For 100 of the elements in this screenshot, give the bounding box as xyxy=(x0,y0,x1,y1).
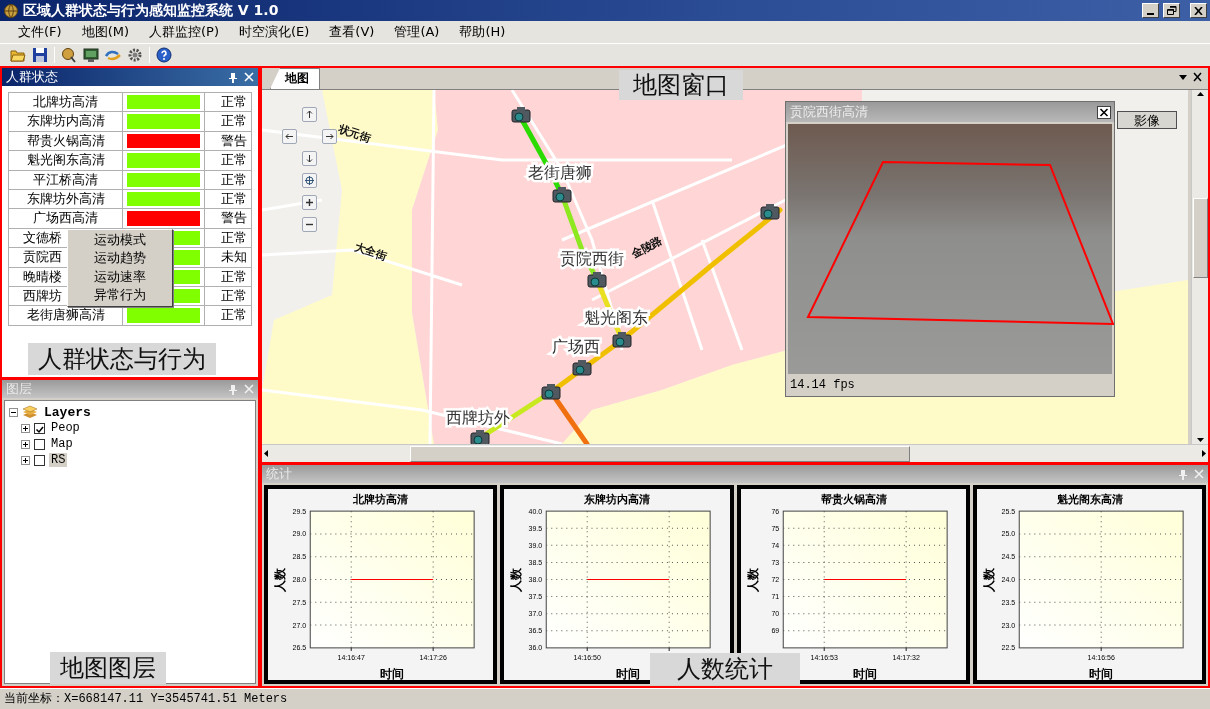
annotation-label: 人群状态与行为 xyxy=(28,343,216,375)
panel-title: 统计 xyxy=(266,465,293,483)
scrollbar-thumb[interactable] xyxy=(410,445,910,462)
camera-label: 西牌坊外 xyxy=(446,408,510,427)
menu-item[interactable]: 人群监控(P) xyxy=(139,23,229,41)
scroll-right-icon[interactable] xyxy=(1200,449,1208,458)
street-label: 状元街 xyxy=(337,122,373,146)
menu-item[interactable]: 时空演化(E) xyxy=(229,23,320,41)
pan-up-icon xyxy=(304,109,314,119)
collapse-icon[interactable] xyxy=(9,407,18,417)
horizontal-scrollbar[interactable] xyxy=(262,444,1208,462)
expand-icon[interactable] xyxy=(21,439,30,449)
table-cell: 正常 xyxy=(205,286,252,307)
zoom-in-icon xyxy=(304,197,314,207)
pin-icon[interactable] xyxy=(228,71,238,83)
video-title: 贡院西街高清 xyxy=(790,103,869,121)
camera-label: 广场西 xyxy=(552,337,600,356)
camera-icon[interactable] xyxy=(552,187,572,203)
tab[interactable]: 地图 xyxy=(270,68,320,89)
app-globe-icon xyxy=(3,2,19,19)
checkmark-icon xyxy=(35,424,44,434)
panel-title: 人群状态 xyxy=(6,68,59,86)
camera-icon[interactable] xyxy=(587,272,607,288)
menu-item[interactable]: 查看(V) xyxy=(319,23,385,41)
fps-reading: 14.14 fps xyxy=(789,377,856,394)
camera-icon[interactable] xyxy=(612,332,632,348)
expand-icon[interactable] xyxy=(21,455,30,465)
close-icon[interactable] xyxy=(1193,72,1202,82)
window-title: 区域人群状态与行为感知监控系统 V 1.0 xyxy=(23,1,280,20)
x-axis-title: 时间 xyxy=(852,668,877,681)
annotation-label: 地图图层 xyxy=(50,652,166,684)
checkbox[interactable] xyxy=(34,422,45,434)
chart-title: 魁光阁东高清 xyxy=(1056,493,1123,506)
pan-left-icon xyxy=(284,131,294,141)
checkbox[interactable] xyxy=(34,454,45,466)
image-button[interactable]: 影像 xyxy=(1117,111,1177,129)
camera-icon[interactable] xyxy=(511,107,531,123)
x-axis-title: 时间 xyxy=(1088,668,1113,681)
table-cell: 东牌坊外高清 xyxy=(9,189,123,210)
table-cell: 未知 xyxy=(205,248,252,268)
table-cell: 正常 xyxy=(205,228,252,249)
menu-item[interactable]: 管理(A) xyxy=(384,23,450,41)
table-cell: 警告 xyxy=(205,209,252,229)
table-cell: 平江桥高清 xyxy=(9,170,123,190)
monitor-icon[interactable] xyxy=(83,47,99,63)
tree-label[interactable]: Layers xyxy=(42,404,93,420)
help-icon[interactable] xyxy=(156,47,172,63)
table-cell: 正常 xyxy=(205,93,252,113)
table-cell: 帮贵火锅高清 xyxy=(9,131,123,152)
restore-button[interactable] xyxy=(1163,3,1180,18)
camera-icon[interactable] xyxy=(572,360,592,376)
table-cell: 正常 xyxy=(205,267,252,287)
street-label: 金陵路 xyxy=(629,233,665,261)
layers-stack-icon xyxy=(22,405,38,419)
y-axis-title: 人数 xyxy=(982,567,995,592)
scroll-left-icon[interactable] xyxy=(262,449,270,458)
minimize-icon xyxy=(1147,13,1154,15)
street-label: 大全街 xyxy=(353,240,389,264)
x-axis-title: 时间 xyxy=(616,668,641,681)
table-cell: 警告 xyxy=(205,131,252,152)
restore-icon xyxy=(1166,6,1177,15)
chart-title: 帮贵火锅高清 xyxy=(820,493,887,506)
dropdown-icon[interactable] xyxy=(1179,72,1187,82)
close-icon[interactable] xyxy=(1097,105,1111,119)
tree-label[interactable]: Map xyxy=(49,437,75,451)
chart-title: 东牌坊内高清 xyxy=(583,493,650,506)
tree-label[interactable]: Peop xyxy=(49,421,82,435)
scrollbar-thumb[interactable] xyxy=(1192,198,1208,278)
table-cell: 正常 xyxy=(205,189,252,210)
checkbox[interactable] xyxy=(34,438,45,450)
table-cell: 正常 xyxy=(205,306,252,326)
panel-title: 图层 xyxy=(6,380,33,398)
annotation-label: 人数统计 xyxy=(650,653,800,686)
close-icon xyxy=(1194,6,1203,15)
full-extent-icon xyxy=(304,175,314,185)
table-cell: 魁光阁东高清 xyxy=(9,151,123,171)
scroll-up-icon[interactable] xyxy=(1195,90,1205,98)
gear-icon[interactable] xyxy=(127,47,143,63)
table-cell: 正常 xyxy=(205,112,252,132)
table-cell: 东牌坊内高清 xyxy=(9,112,123,132)
menu-item[interactable]: 帮助(H) xyxy=(449,23,516,41)
x-axis-title: 时间 xyxy=(380,668,405,681)
table-cell: 正常 xyxy=(205,170,252,190)
y-axis-title: 人数 xyxy=(746,567,759,592)
expand-icon[interactable] xyxy=(21,423,30,433)
vertical-scrollbar[interactable] xyxy=(1191,90,1208,444)
table-cell: 广场西高清 xyxy=(9,209,123,229)
table-cell: 北牌坊高清 xyxy=(9,93,123,113)
camera-icon[interactable] xyxy=(760,204,780,220)
menu-item[interactable]: 地图(M) xyxy=(71,23,139,41)
folder-icon[interactable] xyxy=(10,47,26,63)
tree-label[interactable]: RS xyxy=(49,453,68,467)
camera-icon[interactable] xyxy=(541,384,561,400)
menu-item[interactable]: 文件(F) xyxy=(8,23,72,41)
chart-title: 北牌坊高清 xyxy=(353,493,409,506)
table-cell: 正常 xyxy=(205,151,252,171)
close-button[interactable] xyxy=(1190,3,1207,18)
minimize-button[interactable] xyxy=(1142,3,1159,18)
annotation-label: 地图窗口 xyxy=(619,70,743,100)
y-axis-title: 人数 xyxy=(510,567,523,592)
